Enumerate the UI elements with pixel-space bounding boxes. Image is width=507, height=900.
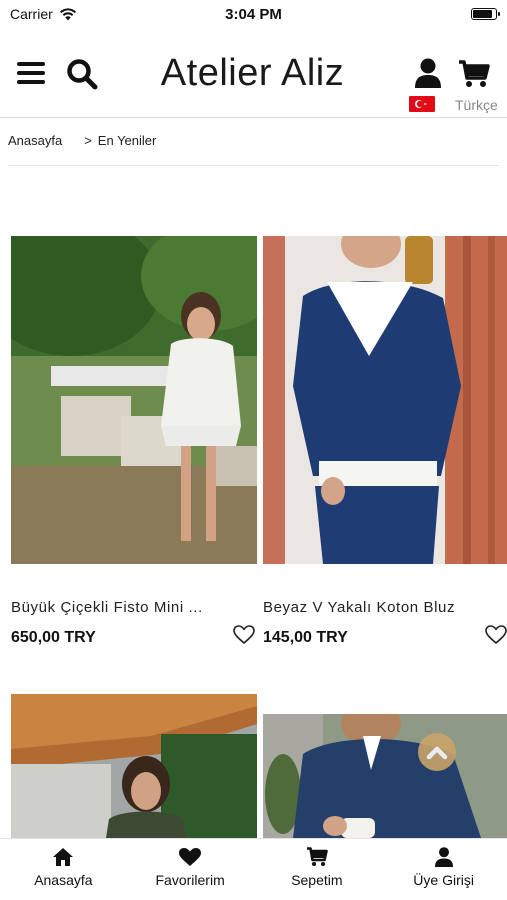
user-icon[interactable] bbox=[415, 58, 441, 88]
product-name[interactable]: Büyük Çiçekli Fisto Mini ... bbox=[11, 599, 257, 616]
tab-favorites[interactable]: Favorilerim bbox=[127, 839, 254, 900]
heart-icon[interactable] bbox=[233, 625, 255, 645]
breadcrumb-current: En Yeniler bbox=[97, 133, 157, 148]
product-card[interactable]: Büyük Çiçekli Fisto Mini ... 650,00 TRY bbox=[11, 236, 257, 656]
heart-icon[interactable] bbox=[485, 625, 507, 645]
product-image[interactable] bbox=[263, 236, 507, 564]
tab-login[interactable]: Üye Girişi bbox=[380, 839, 507, 900]
product-card[interactable] bbox=[263, 714, 507, 838]
tab-cart[interactable]: Sepetim bbox=[254, 839, 381, 900]
cart-icon bbox=[306, 847, 328, 866]
breadcrumb: Anasayfa > En Yeniler bbox=[8, 133, 499, 166]
product-card[interactable] bbox=[11, 694, 257, 838]
tab-label: Üye Girişi bbox=[413, 872, 474, 888]
user-icon bbox=[434, 847, 453, 867]
tab-home[interactable]: Anasayfa bbox=[0, 839, 127, 900]
heart-icon bbox=[179, 848, 202, 866]
breadcrumb-separator: > bbox=[84, 133, 92, 148]
product-image[interactable] bbox=[11, 236, 257, 564]
search-icon[interactable] bbox=[66, 58, 98, 90]
cart-icon[interactable] bbox=[458, 60, 490, 88]
chevron-up-icon bbox=[426, 746, 448, 760]
breadcrumb-home[interactable]: Anasayfa bbox=[8, 133, 62, 165]
product-price: 145,00 TRY bbox=[263, 629, 348, 646]
product-price: 650,00 TRY bbox=[11, 629, 96, 646]
product-card[interactable]: Beyaz V Yakalı Koton Bluz 145,00 TRY bbox=[263, 236, 507, 656]
battery-fill bbox=[473, 10, 492, 18]
brand-logo[interactable]: Atelier Aliz bbox=[140, 52, 365, 95]
product-image[interactable] bbox=[11, 694, 257, 838]
tab-label: Favorilerim bbox=[155, 872, 225, 888]
turkey-flag-icon[interactable] bbox=[409, 96, 435, 112]
app-header: Atelier Aliz Türkçe bbox=[0, 38, 507, 118]
tab-label: Anasayfa bbox=[34, 872, 93, 888]
tab-label: Sepetim bbox=[291, 872, 343, 888]
status-time: 3:04 PM bbox=[225, 6, 282, 23]
menu-icon[interactable] bbox=[17, 62, 45, 84]
status-bar: Carrier 3:04 PM bbox=[0, 0, 507, 30]
product-name[interactable]: Beyaz V Yakalı Koton Bluz bbox=[263, 599, 507, 616]
language-selector[interactable]: Türkçe bbox=[455, 97, 498, 113]
bottom-tab-bar: Anasayfa Favorilerim Sepetim Üye Girişi bbox=[0, 838, 507, 900]
product-image[interactable] bbox=[263, 714, 507, 838]
battery-icon bbox=[471, 8, 500, 20]
scroll-to-top-button[interactable] bbox=[418, 733, 456, 771]
home-icon bbox=[53, 848, 74, 866]
